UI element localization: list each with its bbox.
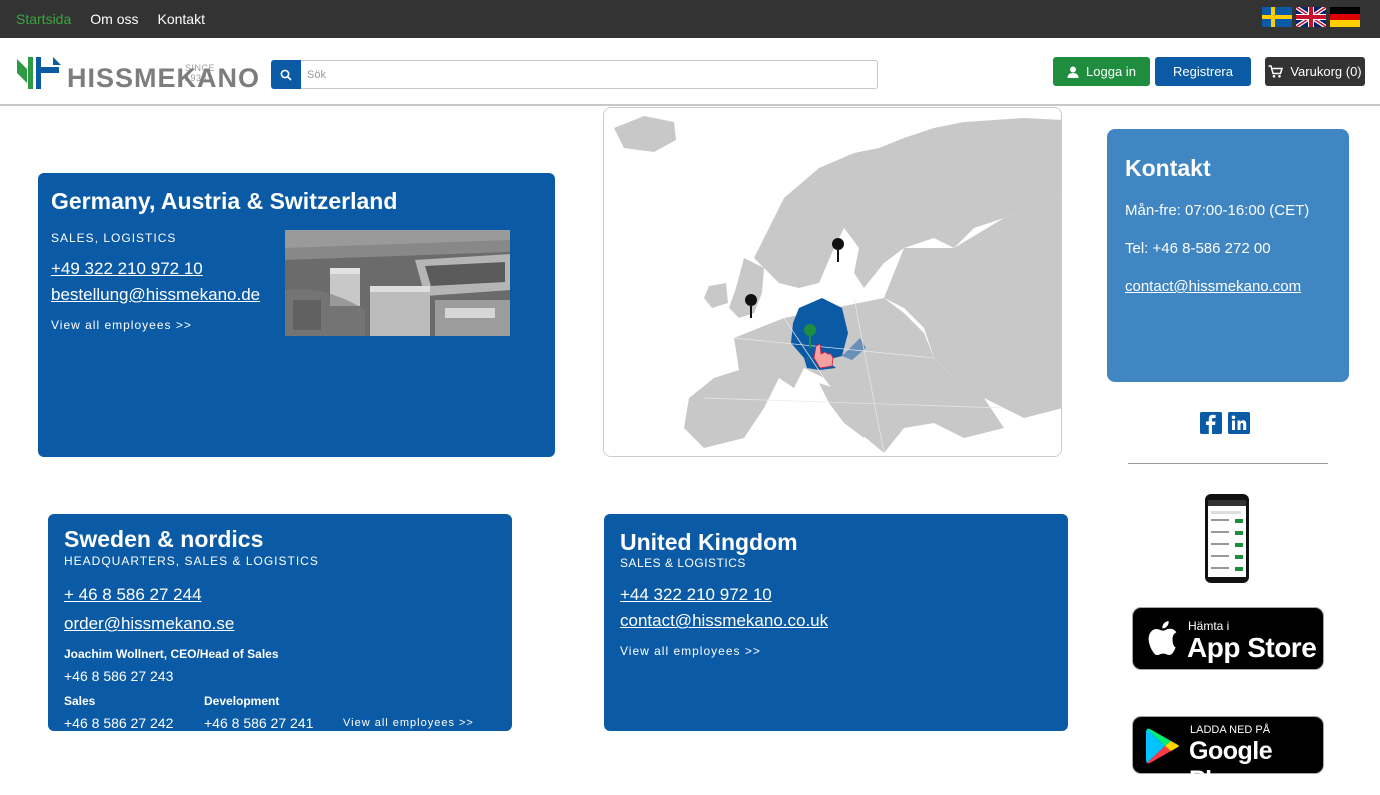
contact-box: Kontakt Mån-fre: 07:00-16:00 (CET) Tel: …	[1107, 129, 1349, 382]
search-icon	[280, 69, 292, 81]
mobile-app-image	[1205, 494, 1249, 583]
development-phone: +46 8 586 27 241	[204, 715, 314, 731]
linkedin-icon[interactable]	[1228, 412, 1250, 434]
site-header: SINCE 1938 HISSMEKANO Logga in Registrer…	[0, 38, 1380, 106]
apple-icon	[1148, 621, 1177, 656]
nav-kontakt[interactable]: Kontakt	[157, 11, 204, 27]
google-play-small-label: LADDA NED PÅ	[1190, 724, 1271, 736]
search-input[interactable]	[301, 60, 878, 89]
europe-map[interactable]	[603, 107, 1062, 457]
google-play-big-label: Google Play	[1189, 737, 1273, 794]
office-tag: SALES, LOGISTICS	[51, 231, 177, 245]
office-tag: HEADQUARTERS, SALES & LOGISTICS	[64, 554, 319, 568]
nav-om-oss[interactable]: Om oss	[90, 11, 138, 27]
nav-startsida[interactable]: Startsida	[16, 11, 71, 27]
language-flags	[1262, 7, 1360, 27]
top-nav: Startsida Om oss Kontakt	[16, 0, 205, 38]
contact-title: Kontakt	[1125, 155, 1211, 181]
logo[interactable]: SINCE 1938 HISSMEKANO	[15, 51, 259, 95]
social-links	[1200, 412, 1250, 434]
office-title: Sweden & nordics	[64, 526, 264, 552]
cart-button[interactable]: Varukorg (0)	[1265, 57, 1365, 86]
office-phone-link[interactable]: + 46 8 586 27 244	[64, 585, 202, 605]
office-title: United Kingdom	[620, 529, 798, 555]
contact-phone: Tel: +46 8-586 272 00	[1125, 240, 1271, 257]
uk-flag[interactable]	[1296, 7, 1326, 27]
germany-flag[interactable]	[1330, 7, 1360, 27]
ceo-name: Joachim Wollnert, CEO/Head of Sales	[64, 647, 279, 661]
view-employees-link[interactable]: View all employees >>	[51, 318, 192, 332]
office-card-uk: United Kingdom SALES & LOGISTICS +44 322…	[604, 514, 1068, 731]
europe-map-svg	[604, 108, 1061, 456]
user-icon	[1067, 66, 1079, 78]
development-heading: Development	[204, 694, 280, 708]
cart-icon	[1268, 65, 1284, 78]
app-store-small-label: Hämta i	[1188, 619, 1230, 633]
sidebar-divider	[1128, 463, 1328, 464]
view-employees-link[interactable]: View all employees >>	[620, 644, 761, 658]
office-card-sweden: Sweden & nordics HEADQUARTERS, SALES & L…	[48, 514, 512, 731]
login-label: Logga in	[1086, 64, 1136, 79]
google-play-icon	[1146, 728, 1179, 764]
search-button[interactable]	[271, 60, 301, 89]
logo-text: HISSMEKANO	[67, 63, 261, 93]
logo-mark-icon	[17, 57, 61, 89]
office-email-link[interactable]: contact@hissmekano.co.uk	[620, 611, 828, 631]
facebook-icon[interactable]	[1200, 412, 1222, 434]
register-button[interactable]: Registrera	[1155, 57, 1251, 86]
sales-heading: Sales	[64, 694, 96, 708]
sweden-flag[interactable]	[1262, 7, 1292, 27]
app-store-button[interactable]: Hämta i App Store	[1132, 607, 1324, 670]
office-tag: SALES & LOGISTICS	[620, 556, 746, 570]
top-bar: Startsida Om oss Kontakt	[0, 0, 1380, 38]
search-bar	[271, 60, 878, 89]
office-email-link[interactable]: order@hissmekano.se	[64, 614, 234, 634]
contact-email-link[interactable]: contact@hissmekano.com	[1125, 278, 1301, 295]
office-phone-link[interactable]: +44 322 210 972 10	[620, 585, 772, 605]
cart-label: Varukorg (0)	[1290, 64, 1362, 79]
login-button[interactable]: Logga in	[1053, 57, 1150, 86]
opening-hours: Mån-fre: 07:00-16:00 (CET)	[1125, 202, 1310, 219]
office-title: Germany, Austria & Switzerland	[51, 188, 398, 214]
office-email-link[interactable]: bestellung@hissmekano.de	[51, 285, 260, 305]
google-play-button[interactable]: LADDA NED PÅ Google Play	[1132, 716, 1324, 794]
register-label: Registrera	[1173, 64, 1233, 79]
office-card-germany: Germany, Austria & Switzerland SALES, LO…	[38, 173, 555, 457]
warehouse-photo	[285, 230, 510, 336]
ceo-phone: +46 8 586 27 243	[64, 668, 174, 684]
office-phone-link[interactable]: +49 322 210 972 10	[51, 259, 203, 279]
view-employees-link[interactable]: View all employees >>	[343, 717, 474, 729]
sales-phone: +46 8 586 27 242	[64, 715, 174, 731]
app-store-big-label: App Store	[1187, 632, 1317, 663]
